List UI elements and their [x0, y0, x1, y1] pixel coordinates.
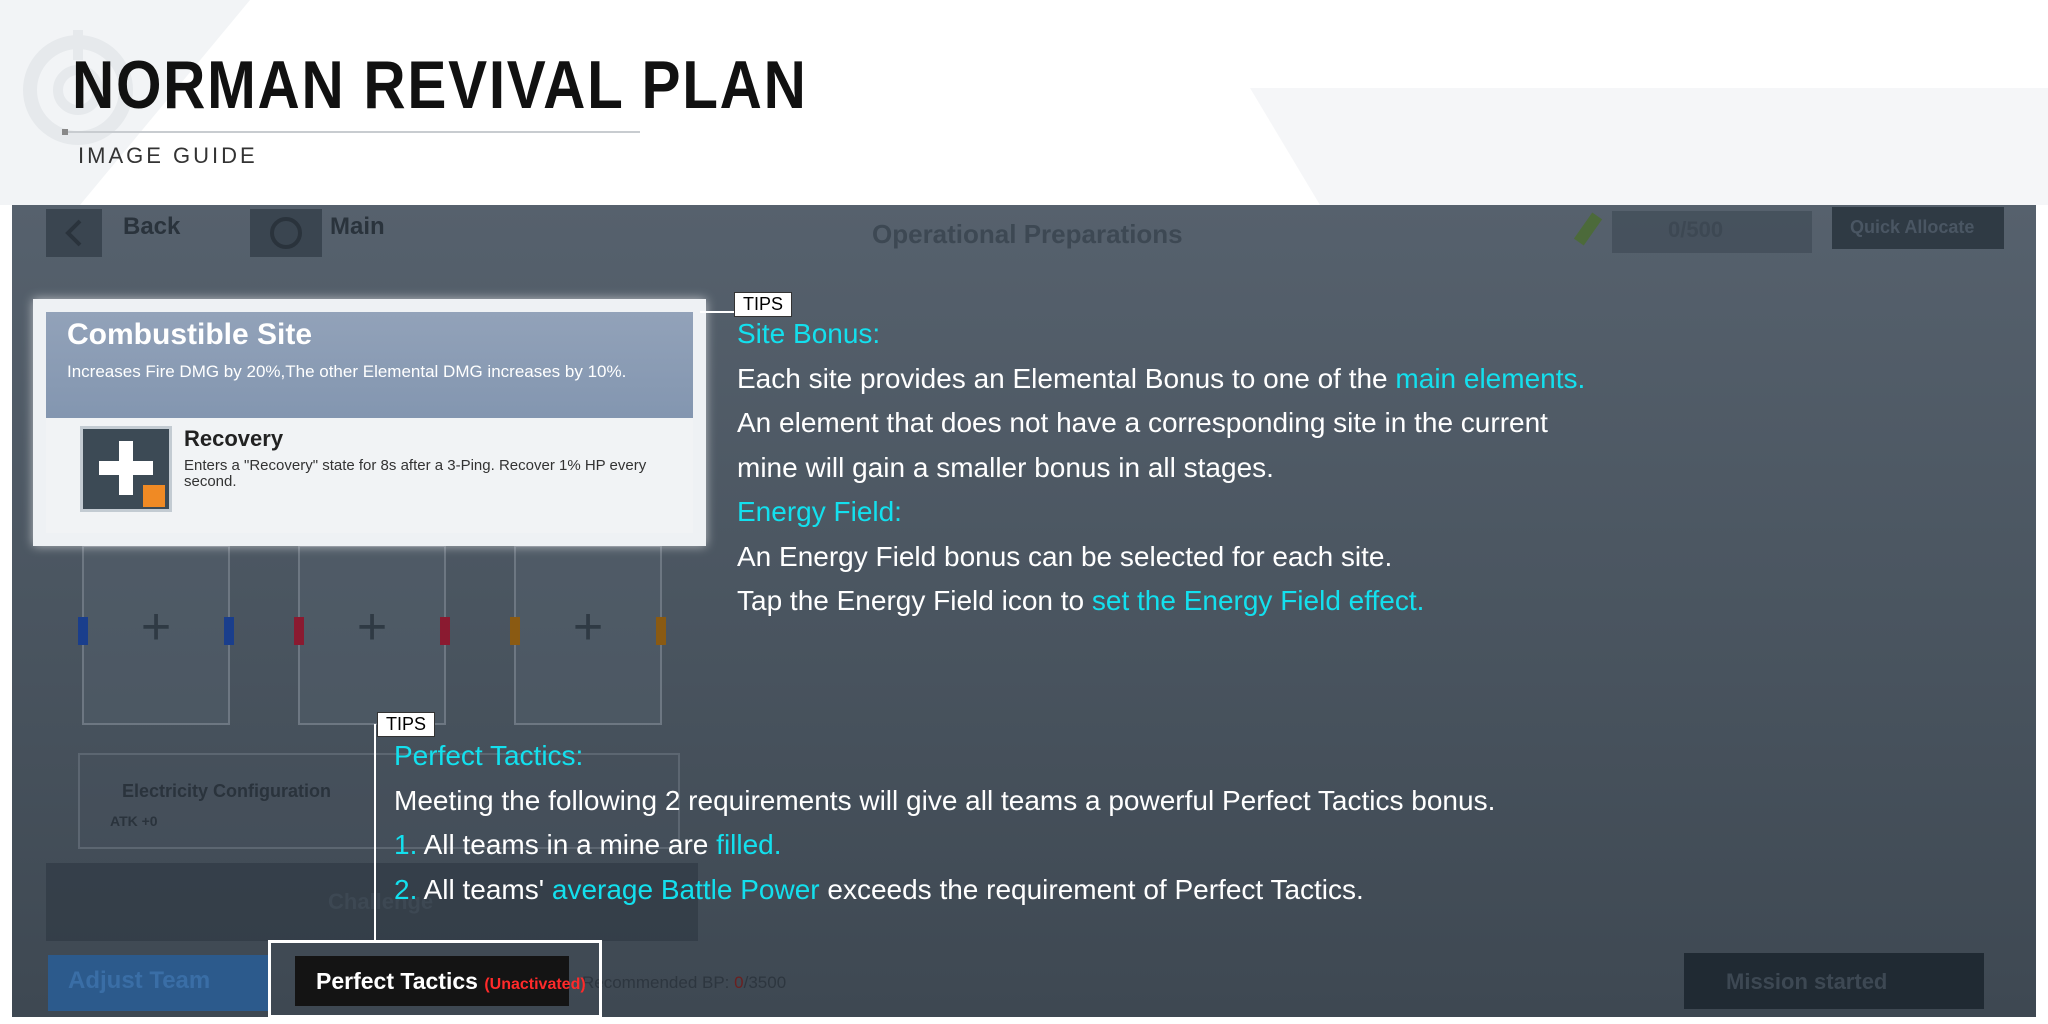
site-bonus-tips: Site Bonus: Each site provides an Elemen… — [737, 318, 1585, 630]
tips-text: All teams' — [417, 873, 552, 905]
config-label: Electricity Configuration — [122, 781, 332, 801]
quick-allocate-label[interactable]: Quick Allocate — [1850, 217, 1974, 238]
element-tab — [294, 617, 304, 645]
perfect-tactics-status: (Unactivated) — [484, 976, 586, 993]
perfect-tactics-label[interactable]: Perfect Tactics (Unactivated) — [316, 968, 586, 995]
element-tab — [224, 617, 234, 645]
chevron-left-icon — [65, 219, 82, 247]
tips-text: Each site provides an Elemental Bonus to… — [737, 362, 1396, 394]
perfect-tactics-text: Perfect Tactics — [316, 968, 478, 994]
main-button[interactable] — [250, 209, 322, 257]
battery-icon — [1573, 212, 1603, 246]
tips-connector — [374, 724, 376, 942]
top-bar: Back Main Operational Preparations 0/500… — [12, 205, 2036, 257]
add-icon: + — [356, 598, 388, 656]
back-label[interactable]: Back — [123, 213, 180, 241]
tips-connector — [700, 311, 734, 313]
recovery-skill-icon — [80, 426, 172, 512]
site-title: Combustible Site — [67, 318, 313, 351]
screen-title: Operational Preparations — [872, 219, 1183, 249]
tips-tag: TIPS — [377, 712, 436, 737]
add-icon: + — [140, 598, 172, 656]
tips-line: Meeting the following 2 requirements wil… — [394, 784, 1496, 816]
skill-title: Recovery — [184, 426, 284, 451]
team-slot[interactable]: + — [510, 545, 666, 725]
guide-subtitle: IMAGE GUIDE — [78, 143, 258, 168]
tips-line: An element that does not have a correspo… — [737, 407, 1548, 438]
back-button[interactable] — [46, 209, 102, 257]
tips-number: 1. — [394, 829, 418, 860]
tips-tag: TIPS — [734, 292, 793, 317]
tips-highlight: main elements. — [1395, 362, 1586, 394]
perfect-tactics-heading: Perfect Tactics: — [394, 740, 584, 771]
tips-number: 2. — [394, 873, 418, 905]
element-tab — [440, 617, 450, 645]
tips-line: 2. All teams' average Battle Power excee… — [394, 874, 1495, 919]
tips-highlight: set the Energy Field effect. — [1091, 585, 1425, 616]
team-slot[interactable]: + — [294, 545, 450, 725]
tips-highlight: filled. — [716, 829, 782, 860]
site-bonus-heading: Site Bonus: — [737, 318, 881, 349]
skill-description: Enters a "Recovery" state for 8s after a… — [184, 457, 647, 490]
adjust-team-label[interactable]: Adjust Team — [68, 967, 210, 995]
tips-text: All teams in a mine are — [417, 829, 717, 860]
element-tab — [656, 617, 666, 645]
recommended-bp-label: Recommended BP: — [582, 973, 735, 992]
add-icon: + — [572, 598, 604, 656]
recommended-bp-current: 0 — [734, 973, 744, 992]
guide-header: NORMAN REVIVAL PLAN IMAGE GUIDE — [0, 0, 2048, 205]
energy-field-heading: Energy Field: — [737, 496, 902, 527]
site-description: Increases Fire DMG by 20%,The other Elem… — [67, 362, 627, 381]
element-tab — [510, 617, 520, 645]
guide-title: NORMAN REVIVAL PLAN — [72, 47, 808, 123]
element-tab — [78, 617, 88, 645]
plus-icon — [99, 441, 165, 507]
recommended-bp-total: /3500 — [743, 973, 787, 992]
circle-home-icon — [270, 217, 302, 249]
tips-line: Each site provides an Elemental Bonus to… — [737, 363, 1585, 408]
site-info-card: Combustible Site Increases Fire DMG by 2… — [33, 299, 706, 546]
recommended-bp: Recommended BP: 0/3500 — [582, 973, 786, 993]
mission-started-label[interactable]: Mission started — [1726, 969, 1887, 995]
config-atk: ATK +0 — [110, 813, 158, 829]
tips-line: Tap the Energy Field icon to set the Ene… — [737, 585, 1585, 630]
team-slot[interactable]: + — [78, 545, 234, 725]
title-divider — [64, 131, 640, 133]
tips-highlight: average Battle Power — [551, 873, 820, 905]
tips-line: mine will gain a smaller bonus in all st… — [737, 451, 1274, 483]
tips-line: 1. All teams in a mine are filled. — [394, 829, 1495, 874]
main-label[interactable]: Main — [330, 213, 385, 241]
resource-counter: 0/500 — [1668, 217, 1724, 242]
perfect-tactics-tips: Perfect Tactics: Meeting the following 2… — [394, 740, 1495, 918]
tips-text: exceeds the requirement of Perfect Tacti… — [819, 873, 1364, 905]
tips-line: An Energy Field bonus can be selected fo… — [737, 540, 1393, 572]
header-decor-right — [1250, 88, 2048, 205]
tips-text: Tap the Energy Field icon to — [737, 585, 1092, 616]
title-divider-dot — [62, 129, 68, 135]
